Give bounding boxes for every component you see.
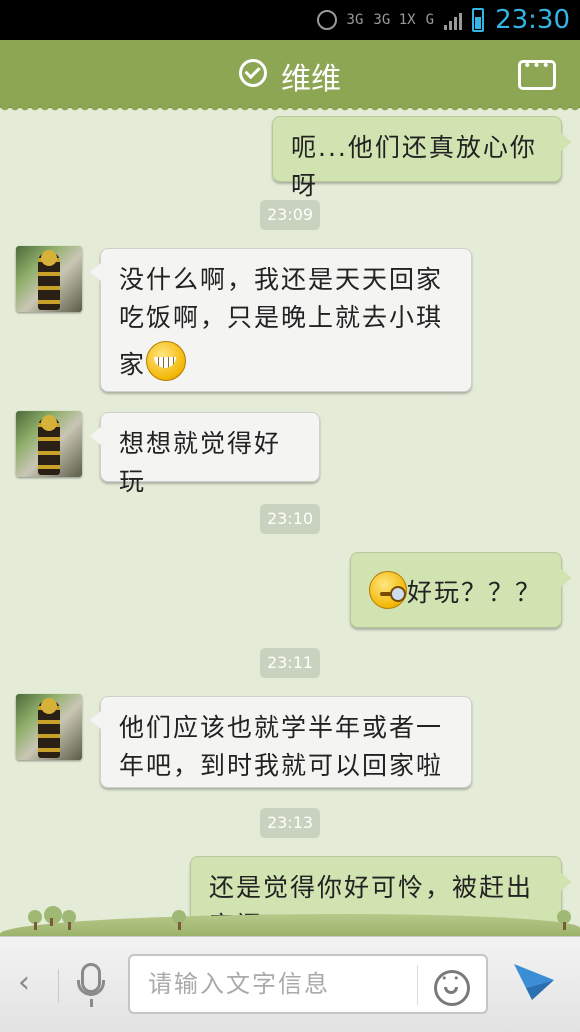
status-bar: 3G 3G 1X G 23:30 xyxy=(0,0,580,40)
microphone-icon[interactable] xyxy=(77,963,105,996)
network-type-3g-1x: 3G 1X xyxy=(373,12,416,28)
send-icon[interactable] xyxy=(512,962,556,1002)
contact-avatar[interactable] xyxy=(16,411,82,477)
signal-icon xyxy=(444,10,462,30)
contact-avatar[interactable] xyxy=(16,246,82,312)
message-text-line: 年吧，到时我就可以回家啦 xyxy=(119,751,444,780)
timestamp: 23:10 xyxy=(260,504,320,534)
smiley-icon[interactable] xyxy=(434,970,470,1006)
battery-icon xyxy=(472,8,484,32)
message-text-line-end: 家 xyxy=(119,350,147,379)
network-type-3g: 3G xyxy=(346,12,364,28)
chevron-left-icon[interactable]: ‹ xyxy=(18,965,30,1000)
message-text-line: 还是觉得你好可怜，被赶出 xyxy=(209,873,534,902)
input-bar: ‹ xyxy=(0,936,580,1032)
timestamp: 23:11 xyxy=(260,648,320,678)
message-text-line: 没什么啊，我还是天天回家 xyxy=(119,265,444,294)
contact-title: 维维 xyxy=(0,54,580,98)
tree-icon xyxy=(172,910,186,930)
message-bubble-incoming[interactable]: 没什么啊，我还是天天回家 吃饭啊，只是晚上就去小琪 家 xyxy=(90,248,472,392)
timestamp: 23:13 xyxy=(260,808,320,838)
message-bubble-outgoing[interactable]: 好玩？？？ xyxy=(350,552,572,628)
check-circle-icon xyxy=(239,59,267,87)
message-bubble-incoming[interactable]: 他们应该也就学半年或者一 年吧，到时我就可以回家啦 xyxy=(90,696,472,788)
divider xyxy=(58,969,59,1003)
chat-header: 维维 xyxy=(0,40,580,108)
alarm-icon xyxy=(316,10,337,30)
status-clock: 23:30 xyxy=(495,5,570,35)
chat-area[interactable]: 呃...他们还真放心你呀 23:09 没什么啊，我还是天天回家 吃饭啊，只是晚上… xyxy=(0,110,580,936)
message-text-line: 他们应该也就学半年或者一 xyxy=(119,713,444,742)
thinking-emoji-icon xyxy=(369,571,407,609)
message-text-line: 吃饭啊，只是晚上就去小琪 xyxy=(119,303,444,332)
tree-icon xyxy=(44,906,62,926)
contact-name: 维维 xyxy=(281,62,341,97)
message-text: 好玩？？？ xyxy=(407,578,543,607)
tree-icon xyxy=(62,910,76,930)
message-bubble-outgoing[interactable]: 呃...他们还真放心你呀 xyxy=(272,116,572,200)
message-text: 呃...他们还真放心你呀 xyxy=(291,133,537,200)
tree-icon xyxy=(28,910,42,930)
microphone-stand xyxy=(90,999,93,1007)
status-icons: 3G 3G 1X G xyxy=(316,8,484,32)
timestamp: 23:09 xyxy=(260,200,320,230)
grin-emoji-icon xyxy=(146,341,187,381)
message-text-line: 家 xyxy=(119,341,453,384)
message-text: 想想就觉得好玩 xyxy=(119,429,282,496)
more-dots-icon[interactable] xyxy=(518,58,556,90)
message-bubble-incoming[interactable]: 想想就觉得好玩 xyxy=(90,412,320,496)
divider xyxy=(417,965,418,1005)
network-type-g: G xyxy=(425,12,434,28)
scenery-ground xyxy=(0,914,580,936)
tree-icon xyxy=(557,910,571,930)
contact-avatar[interactable] xyxy=(16,694,82,760)
